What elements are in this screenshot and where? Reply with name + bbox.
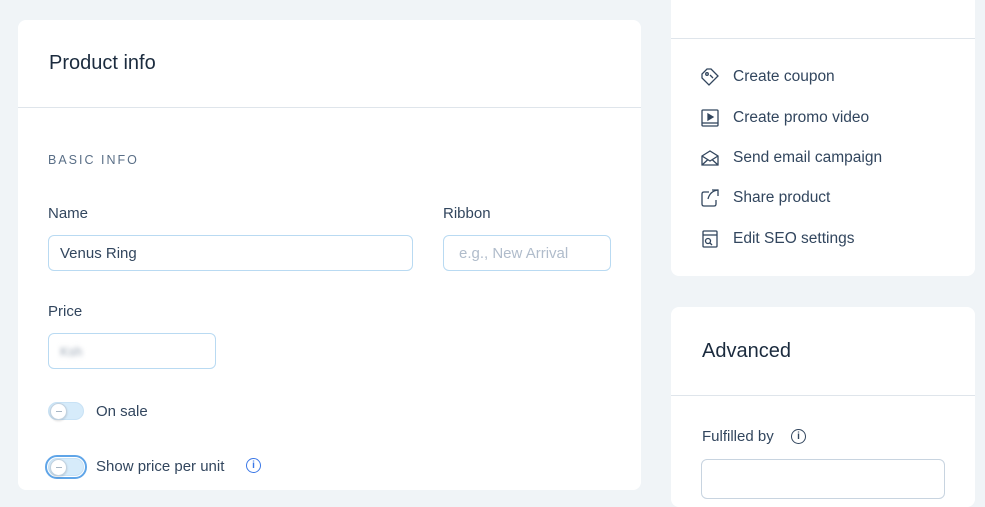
actions-card: Create coupon Create promo video Send em… — [671, 0, 975, 276]
price-currency: Ksh — [60, 343, 83, 359]
share-icon — [701, 189, 719, 207]
name-input-value: Venus Ring — [60, 244, 137, 262]
product-info-title: Product info — [49, 52, 156, 74]
divider — [671, 38, 975, 39]
name-input[interactable]: Venus Ring — [48, 235, 413, 271]
advanced-header: Advanced — [671, 307, 975, 396]
price-input[interactable]: Ksh — [48, 333, 216, 369]
info-icon[interactable]: i — [791, 429, 806, 444]
edit-seo-settings-action[interactable]: Edit SEO settings — [699, 227, 854, 251]
action-label: Create coupon — [733, 68, 835, 85]
toggle-knob — [50, 459, 67, 476]
video-icon — [701, 109, 719, 127]
create-coupon-action[interactable]: Create coupon — [699, 65, 835, 89]
advanced-card: Advanced Fulfilled by i — [671, 307, 975, 507]
product-info-header: Product info — [18, 20, 641, 108]
ribbon-label: Ribbon — [443, 205, 491, 222]
ribbon-input[interactable]: e.g., New Arrival — [443, 235, 611, 271]
action-label: Edit SEO settings — [733, 230, 855, 247]
share-product-action[interactable]: Share product — [699, 186, 830, 210]
on-sale-label: On sale — [96, 403, 148, 420]
basic-info-section-label: BASIC INFO — [48, 153, 139, 167]
advanced-title: Advanced — [702, 339, 791, 362]
price-per-unit-label: Show price per unit — [96, 458, 225, 475]
coupon-icon — [701, 68, 719, 86]
action-label: Create promo video — [733, 109, 870, 126]
product-info-card: Product info BASIC INFO Name Venus Ring … — [18, 20, 641, 490]
toggle-knob — [50, 403, 67, 420]
action-label: Send email campaign — [733, 149, 883, 166]
seo-icon — [702, 230, 718, 248]
price-per-unit-toggle[interactable] — [45, 455, 87, 479]
price-label: Price — [48, 303, 83, 320]
name-label: Name — [48, 205, 89, 222]
fulfilled-by-label: Fulfilled by — [702, 428, 774, 445]
send-email-campaign-action[interactable]: Send email campaign — [699, 146, 882, 170]
action-label: Share product — [733, 189, 831, 206]
email-icon — [701, 150, 719, 166]
on-sale-toggle[interactable] — [48, 402, 84, 420]
fulfilled-by-select[interactable] — [701, 459, 945, 499]
ribbon-input-placeholder: e.g., New Arrival — [459, 244, 569, 262]
create-promo-video-action[interactable]: Create promo video — [699, 106, 869, 130]
